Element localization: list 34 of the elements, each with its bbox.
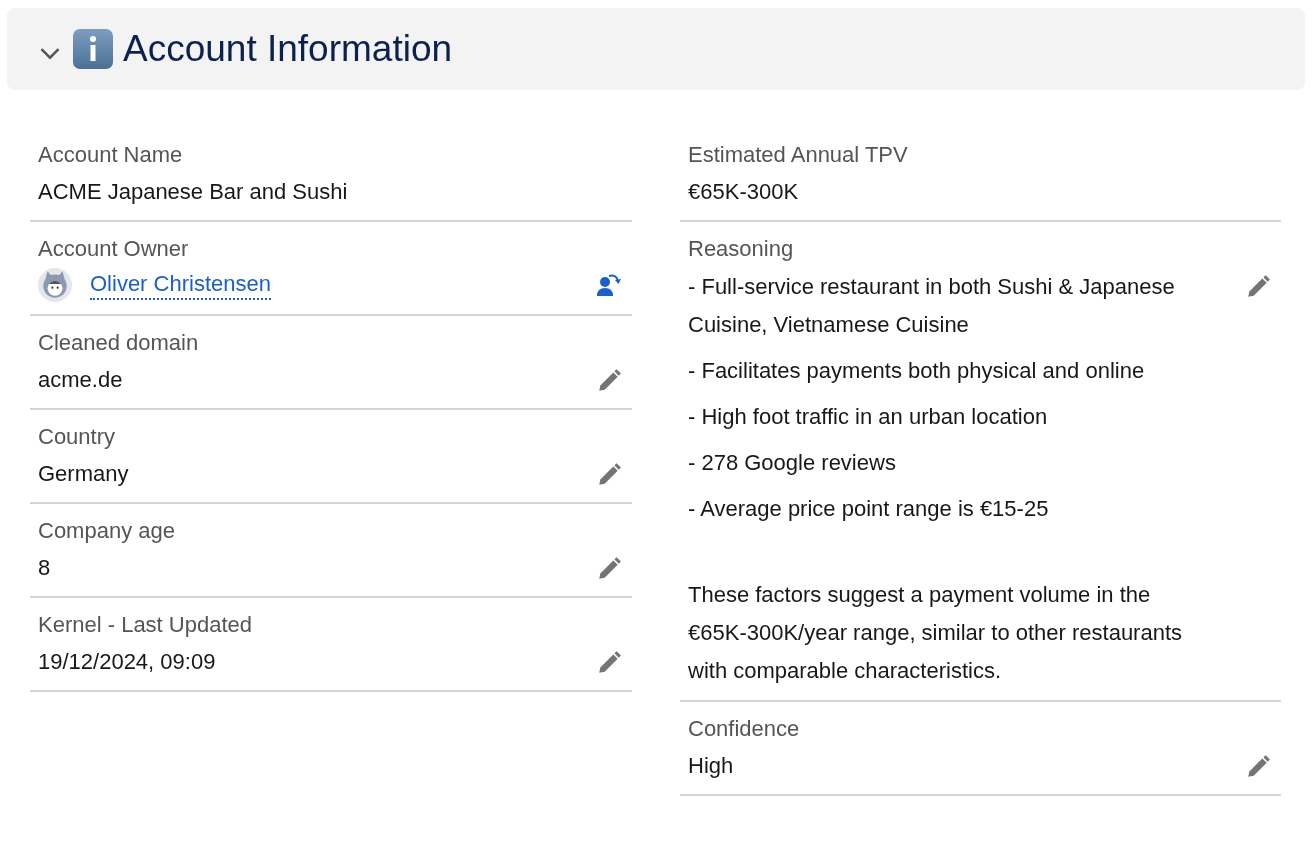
field-value: Germany — [38, 460, 129, 488]
edit-icon[interactable] — [1245, 754, 1271, 778]
field-label: Reasoning — [688, 235, 795, 263]
field-label: Country — [38, 423, 117, 451]
avatar-icon — [38, 268, 72, 302]
field-label: Kernel - Last Updated — [38, 611, 254, 639]
edit-icon[interactable] — [596, 462, 622, 486]
field-label: Company age — [38, 517, 176, 545]
reasoning-text: - Full-service restaurant in both Sushi & Japanese Cuisine, Vietnamese Cuisine — [688, 273, 1176, 339]
field-value: ACME Japanese Bar and Sushi — [38, 178, 348, 206]
section-header[interactable]: Account Information — [7, 8, 1305, 90]
reasoning-text: - Facilitates payments both physical and online — [688, 357, 1146, 385]
edit-icon[interactable] — [596, 556, 622, 580]
owner-link[interactable]: Oliver Christensen — [90, 270, 271, 300]
reasoning-text: - Average price point range is €15-25 — [688, 495, 1050, 523]
info-icon — [73, 29, 113, 69]
field-label: Confidence — [688, 715, 801, 743]
field-label: Cleaned domain — [38, 329, 200, 357]
field-value: €65K-300K — [688, 178, 799, 206]
section-title: Account Information — [123, 28, 453, 70]
reasoning-text: - 278 Google reviews — [688, 449, 897, 477]
reasoning-text: These factors suggest a payment volume in the €65K-300K/year range, similar to other restaurants with comparable characteristics. — [688, 581, 1184, 685]
reasoning-text: - High foot traffic in an urban location — [688, 403, 1049, 431]
edit-icon[interactable] — [596, 368, 622, 392]
change-owner-icon[interactable] — [596, 272, 622, 298]
field-value: 19/12/2024, 09:09 — [38, 648, 216, 676]
field-label: Estimated Annual TPV — [688, 141, 909, 169]
field-label: Account Owner — [38, 235, 190, 263]
edit-icon[interactable] — [596, 650, 622, 674]
field-value: acme.de — [38, 366, 123, 394]
field-value: High — [688, 752, 734, 780]
field-label: Account Name — [38, 141, 184, 169]
edit-icon[interactable] — [1245, 274, 1271, 298]
field-value: 8 — [38, 554, 51, 582]
